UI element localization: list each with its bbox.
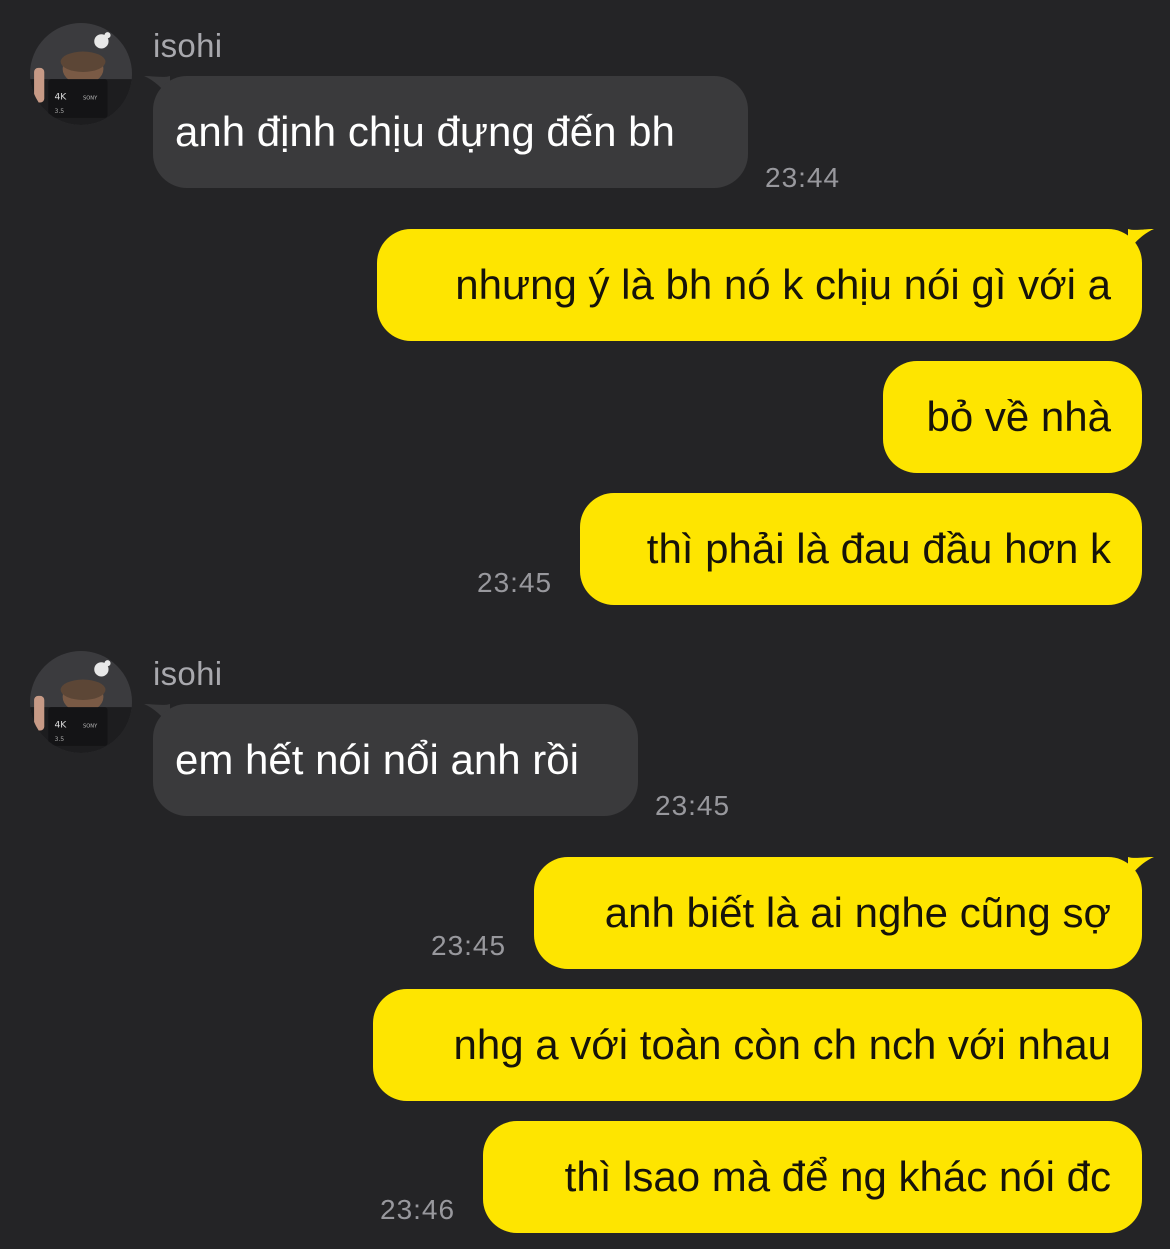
outgoing-bubble-tail <box>1128 229 1154 251</box>
incoming-message[interactable]: anh định chịu đựng đến bh <box>153 76 748 188</box>
sender-avatar[interactable]: 4K SONY 3.5 <box>30 651 132 753</box>
message-timestamp: 23:44 <box>765 162 841 193</box>
outgoing-message[interactable]: nhưng ý là bh nó k chịu nói gì với a <box>377 229 1142 341</box>
message-timestamp: 23:45 <box>431 930 507 961</box>
svg-text:4K: 4K <box>54 92 67 103</box>
message-text: bỏ về nhà <box>926 393 1112 440</box>
message-timestamp: 23:45 <box>655 790 731 821</box>
svg-text:SONY: SONY <box>83 724 98 730</box>
incoming-message[interactable]: em hết nói nổi anh rồi <box>153 704 638 816</box>
message-text: nhưng ý là bh nó k chịu nói gì với a <box>455 261 1111 308</box>
outgoing-message[interactable]: nhg a với toàn còn ch nch với nhau <box>373 989 1142 1101</box>
message-text: anh biết là ai nghe cũng sợ <box>604 889 1111 936</box>
svg-text:4K: 4K <box>54 720 67 731</box>
sender-name: isohi <box>153 655 223 692</box>
message-text: anh định chịu đựng đến bh <box>175 108 675 155</box>
message-text: thì phải là đau đầu hơn k <box>646 525 1111 572</box>
outgoing-message[interactable]: thì lsao mà để ng khác nói đc <box>483 1121 1142 1233</box>
svg-text:3.5: 3.5 <box>54 736 64 743</box>
sender-avatar[interactable]: 4K SONY 3.5 <box>30 23 132 125</box>
outgoing-message[interactable]: bỏ về nhà <box>883 361 1142 473</box>
message-text: thì lsao mà để ng khác nói đc <box>564 1153 1111 1200</box>
avatar-photo-icon: 4K SONY 3.5 <box>30 23 132 125</box>
svg-text:3.5: 3.5 <box>54 108 64 115</box>
message-timestamp: 23:45 <box>477 567 553 598</box>
sender-name: isohi <box>153 27 223 64</box>
outgoing-bubble-tail <box>1128 857 1154 879</box>
outgoing-message[interactable]: anh biết là ai nghe cũng sợ <box>534 857 1142 969</box>
outgoing-message[interactable]: thì phải là đau đầu hơn k <box>580 493 1142 605</box>
svg-text:SONY: SONY <box>83 96 98 102</box>
avatar-photo-icon: 4K SONY 3.5 <box>30 651 132 753</box>
message-text: em hết nói nổi anh rồi <box>175 736 579 783</box>
message-text: nhg a với toàn còn ch nch với nhau <box>453 1021 1111 1068</box>
message-timestamp: 23:46 <box>380 1194 456 1225</box>
